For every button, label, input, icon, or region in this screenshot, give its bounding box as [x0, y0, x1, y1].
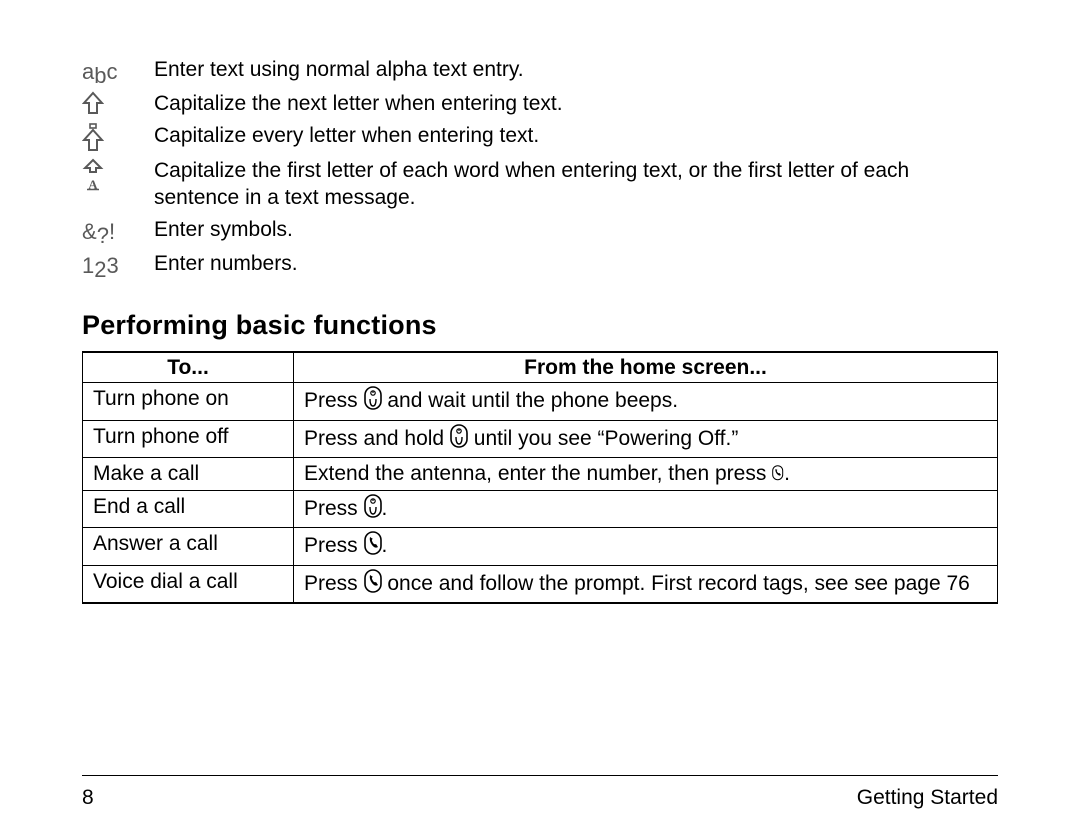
action-pre: Press: [304, 389, 364, 412]
abc-b: b: [94, 63, 106, 88]
num-2: 2: [94, 257, 106, 282]
table-cell-action: Press .: [294, 491, 998, 528]
action-pre: Press: [304, 572, 364, 595]
action-post: and wait until the phone beeps.: [382, 389, 679, 412]
table-row: End a callPress .: [83, 491, 998, 528]
call-key-icon: [364, 569, 382, 600]
section-heading: Performing basic functions: [82, 310, 998, 341]
basic-functions-table: To... From the home screen... Turn phone…: [82, 351, 998, 604]
abc-icon: abc: [82, 56, 154, 86]
def-text: Enter text using normal alpha text entry…: [154, 56, 998, 84]
action-post: until you see “Powering Off.”: [468, 427, 738, 450]
section-name: Getting Started: [857, 786, 998, 810]
def-text: Enter symbols.: [154, 216, 998, 244]
table-cell-to: Turn phone off: [83, 420, 294, 457]
action-post: .: [784, 462, 790, 485]
power-key-icon: [364, 386, 382, 417]
footer-rule: [82, 775, 998, 776]
shift-word-icon: A: [82, 157, 154, 192]
num-1: 1: [82, 253, 94, 278]
power-key-icon: [364, 494, 382, 525]
table-cell-action: Press once and follow the prompt. First …: [294, 565, 998, 603]
shift-next-icon: [82, 90, 154, 115]
def-row: Capitalize the next letter when entering…: [82, 90, 998, 118]
def-text: Capitalize the next letter when entering…: [154, 90, 998, 118]
def-text: Enter numbers.: [154, 250, 998, 278]
text-entry-definitions: abc Enter text using normal alpha text e…: [82, 56, 998, 280]
action-pre: Press: [304, 534, 364, 557]
abc-c: c: [107, 59, 118, 84]
table-cell-to: Voice dial a call: [83, 565, 294, 603]
table-cell-to: Make a call: [83, 457, 294, 490]
action-post: .: [382, 497, 388, 520]
def-text: Capitalize every letter when entering te…: [154, 122, 998, 150]
action-pre: Press: [304, 497, 364, 520]
def-text: Capitalize the first letter of each word…: [154, 157, 998, 212]
shift-lock-icon: [82, 122, 154, 153]
numbers-icon: 123: [82, 250, 154, 280]
call-key-small-icon: [772, 462, 784, 488]
action-post: once and follow the prompt. First record…: [382, 572, 970, 595]
table-cell-action: Press and wait until the phone beeps.: [294, 383, 998, 420]
table-cell-to: End a call: [83, 491, 294, 528]
symbols-icon: &?!: [82, 216, 154, 246]
def-row: abc Enter text using normal alpha text e…: [82, 56, 998, 86]
page-footer: 8 Getting Started: [82, 786, 998, 810]
call-key-icon: [364, 531, 382, 562]
table-header-action: From the home screen...: [294, 352, 998, 383]
table-cell-to: Turn phone on: [83, 383, 294, 420]
table-cell-action: Press .: [294, 528, 998, 565]
action-pre: Press and hold: [304, 427, 450, 450]
page-number: 8: [82, 786, 94, 810]
def-row: 123 Enter numbers.: [82, 250, 998, 280]
table-row: Turn phone offPress and hold until you s…: [83, 420, 998, 457]
def-row: A Capitalize the first letter of each wo…: [82, 157, 998, 212]
table-cell-action: Extend the antenna, enter the number, th…: [294, 457, 998, 490]
table-header-to: To...: [83, 352, 294, 383]
table-cell-to: Answer a call: [83, 528, 294, 565]
table-row: Make a call Extend the antenna, enter the…: [83, 457, 998, 490]
action-pre: Extend the antenna, enter the number, th…: [304, 462, 772, 485]
power-key-icon: [450, 424, 468, 455]
table-cell-action: Press and hold until you see “Powering O…: [294, 420, 998, 457]
table-row: Answer a callPress .: [83, 528, 998, 565]
table-row: Voice dial a callPress once and follow t…: [83, 565, 998, 603]
table-row: Turn phone onPress and wait until the ph…: [83, 383, 998, 420]
num-3: 3: [107, 253, 119, 278]
def-row: Capitalize every letter when entering te…: [82, 122, 998, 153]
action-post: .: [382, 534, 388, 557]
def-row: &?! Enter symbols.: [82, 216, 998, 246]
abc-a: a: [82, 59, 94, 84]
